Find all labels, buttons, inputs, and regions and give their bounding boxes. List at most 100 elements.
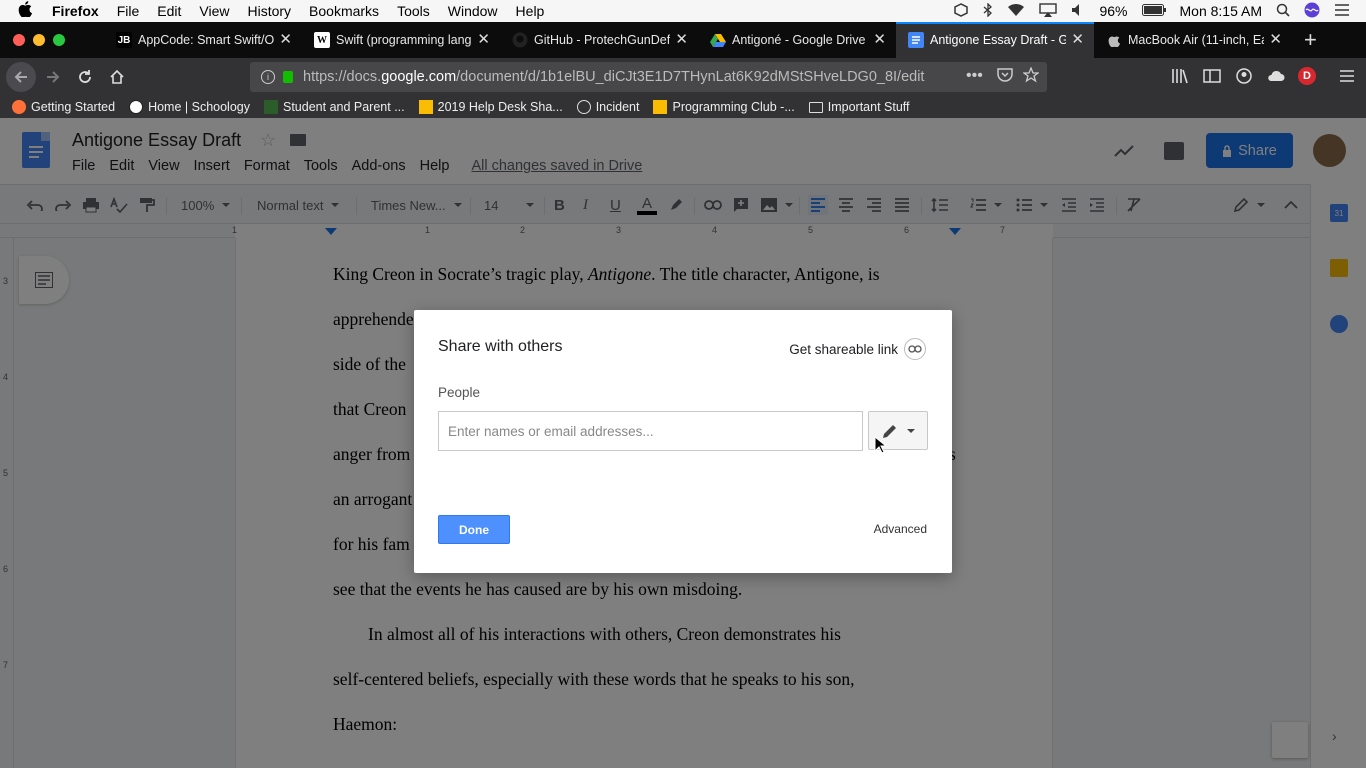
link-icon: [904, 338, 926, 360]
back-icon[interactable]: [6, 62, 36, 92]
close-tab-icon[interactable]: ✕: [1071, 32, 1084, 48]
done-button[interactable]: Done: [438, 515, 510, 544]
url-path: /document/d/1b1elBU_diCJt3E1D7THynLat6K9…: [456, 69, 925, 85]
library-icon[interactable]: [1170, 66, 1190, 86]
wifi-icon[interactable]: [1007, 3, 1025, 20]
bookmark-star-icon[interactable]: [1022, 66, 1040, 88]
apple-menu-icon[interactable]: [18, 1, 38, 21]
jetbrains-icon: JB: [116, 32, 132, 48]
account-icon[interactable]: [1234, 66, 1254, 86]
browser-tab-strip: JB AppCode: Smart Swift/Obj ✕ W Swift (p…: [0, 22, 1366, 58]
tab-antigone-essay-active[interactable]: Antigone Essay Draft - Go ✕: [896, 22, 1094, 58]
bookmark-programming-club[interactable]: Programming Club -...: [653, 100, 795, 114]
url-prefix: https://docs.: [303, 69, 382, 85]
bookmark-label: Important Stuff: [827, 100, 910, 114]
chevron-down-icon: [907, 428, 915, 433]
forward-icon[interactable]: [40, 64, 66, 90]
bookmark-label: Getting Started: [31, 100, 116, 114]
tab-github[interactable]: GitHub - ProtechGunDefe ✕: [500, 22, 698, 58]
spotlight-search-icon[interactable]: [1276, 3, 1290, 20]
menu-bookmarks[interactable]: Bookmarks: [309, 3, 379, 19]
macos-menubar: Firefox File Edit View History Bookmarks…: [0, 0, 1366, 22]
menu-help[interactable]: Help: [516, 3, 545, 19]
reload-icon[interactable]: [72, 64, 98, 90]
menu-app-firefox[interactable]: Firefox: [52, 3, 99, 19]
apple-icon: [1106, 32, 1122, 48]
menu-window[interactable]: Window: [448, 3, 498, 19]
get-link-label: Get shareable link: [789, 341, 898, 357]
wikipedia-icon: W: [314, 32, 330, 48]
clock[interactable]: Mon 8:15 AM: [1180, 3, 1263, 19]
url-bar[interactable]: i https://docs.google.com/document/d/1b1…: [250, 62, 1047, 92]
menu-view[interactable]: View: [199, 3, 229, 19]
siri-icon[interactable]: [1304, 2, 1320, 21]
mouse-cursor-icon: [874, 436, 886, 454]
tab-label: Antigone Essay Draft - Go: [930, 33, 1066, 47]
tab-label: Swift (programming langu: [336, 33, 472, 47]
tab-appcode[interactable]: JB AppCode: Smart Swift/Obj ✕: [104, 22, 302, 58]
close-window-button[interactable]: [13, 34, 25, 46]
extension-cloud-icon[interactable]: [1266, 66, 1286, 86]
battery-icon[interactable]: [1141, 3, 1166, 19]
share-dialog: Share with others Get shareable link Peo…: [414, 310, 952, 573]
tab-label: MacBook Air (11-inch, Ear: [1128, 33, 1264, 47]
browser-navbar: i https://docs.google.com/document/d/1b1…: [0, 58, 1366, 96]
menu-edit[interactable]: Edit: [157, 3, 181, 19]
close-tab-icon[interactable]: ✕: [873, 32, 886, 48]
bookmark-label: 2019 Help Desk Sha...: [437, 100, 563, 114]
bookmark-label: Incident: [595, 100, 640, 114]
secure-lock-icon[interactable]: [283, 71, 293, 83]
people-email-input[interactable]: [438, 411, 863, 451]
tab-label: Antigoné - Google Drive: [732, 33, 866, 47]
globe-icon: [576, 100, 591, 114]
hamburger-menu-icon[interactable]: [1337, 66, 1357, 86]
airplay-icon[interactable]: [1039, 2, 1058, 20]
sidebar-toggle-icon[interactable]: [1202, 66, 1222, 86]
window-controls: [0, 34, 104, 46]
page-actions-icon[interactable]: •••: [966, 67, 983, 85]
url-text[interactable]: https://docs.google.com/document/d/1b1el…: [303, 69, 924, 85]
volume-icon[interactable]: [1071, 3, 1085, 20]
menu-history[interactable]: History: [247, 3, 291, 19]
home-icon[interactable]: [104, 64, 130, 90]
new-tab-icon[interactable]: +: [1304, 29, 1317, 51]
drive-icon: [653, 100, 668, 114]
url-domain: google.com: [381, 69, 457, 85]
firefox-icon: [12, 100, 26, 114]
bookmark-student-parent[interactable]: Student and Parent ...: [264, 100, 405, 114]
profile-badge[interactable]: D: [1298, 67, 1316, 85]
schoology-icon: [129, 100, 144, 114]
tab-label: AppCode: Smart Swift/Obj: [138, 33, 274, 47]
bookmark-label: Programming Club -...: [672, 100, 795, 114]
notification-center-icon[interactable]: [1334, 3, 1350, 19]
bookmark-incident[interactable]: Incident: [576, 100, 640, 114]
zoom-window-button[interactable]: [53, 34, 65, 46]
site-info-icon[interactable]: i: [261, 70, 275, 84]
people-label: People: [438, 385, 481, 400]
dropbox-icon[interactable]: [953, 2, 969, 20]
close-tab-icon[interactable]: ✕: [279, 32, 292, 48]
get-shareable-link-button[interactable]: Get shareable link: [789, 338, 926, 360]
drive-icon: [710, 32, 726, 48]
bookmark-getting-started[interactable]: Getting Started: [12, 100, 115, 114]
folder-icon: [808, 101, 823, 113]
advanced-sharing-link[interactable]: Advanced: [874, 522, 927, 536]
tab-google-drive[interactable]: Antigoné - Google Drive ✕: [698, 22, 896, 58]
close-tab-icon[interactable]: ✕: [477, 32, 490, 48]
drive-icon: [418, 100, 433, 114]
pocket-icon[interactable]: [997, 67, 1013, 87]
menu-file[interactable]: File: [117, 3, 140, 19]
menu-tools[interactable]: Tools: [397, 3, 430, 19]
bookmark-label: Home | Schoology: [148, 100, 250, 114]
dialog-title: Share with others: [438, 338, 563, 355]
close-tab-icon[interactable]: ✕: [675, 32, 688, 48]
bluetooth-icon[interactable]: [983, 1, 993, 20]
tab-macbook-air[interactable]: MacBook Air (11-inch, Ear ✕: [1094, 22, 1292, 58]
bookmark-important-stuff[interactable]: Important Stuff: [808, 100, 910, 114]
bookmark-help-desk[interactable]: 2019 Help Desk Sha...: [418, 100, 563, 114]
tab-label: GitHub - ProtechGunDefe: [534, 33, 670, 47]
close-tab-icon[interactable]: ✕: [1269, 32, 1282, 48]
bookmark-schoology[interactable]: Home | Schoology: [129, 100, 250, 114]
tab-swift-wikipedia[interactable]: W Swift (programming langu ✕: [302, 22, 500, 58]
minimize-window-button[interactable]: [33, 34, 45, 46]
